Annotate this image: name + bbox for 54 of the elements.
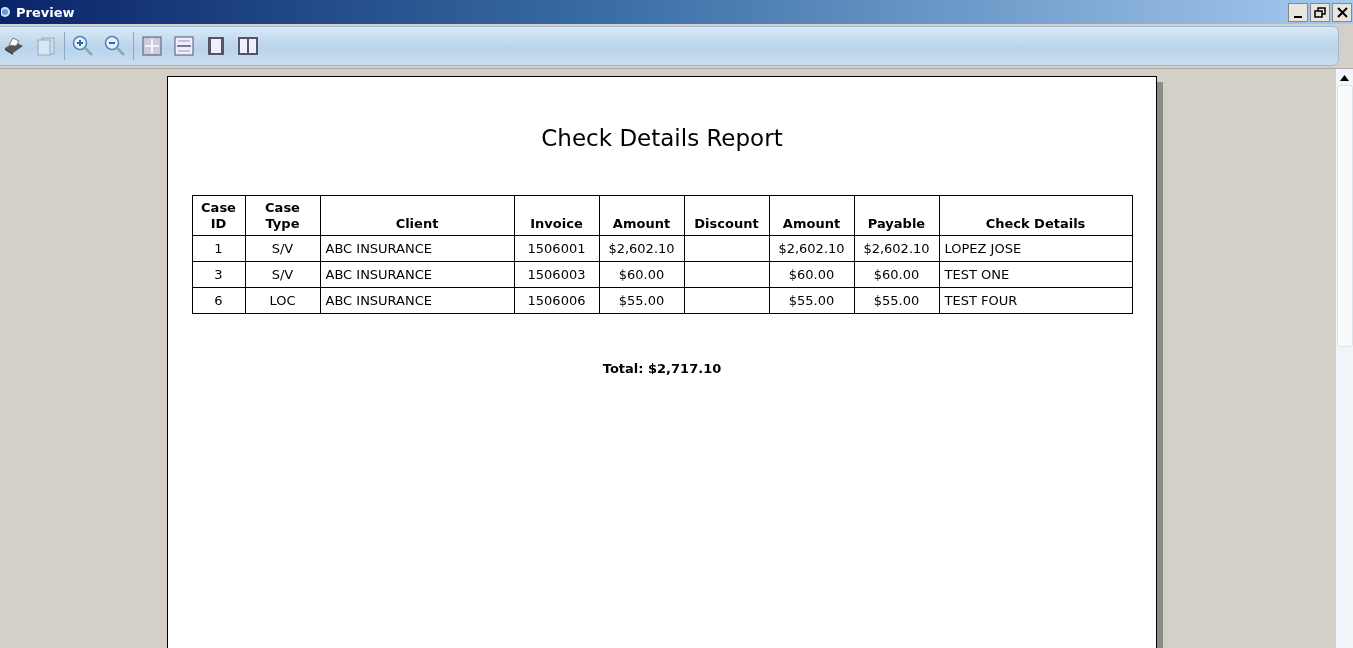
restore-button[interactable]	[1310, 2, 1330, 22]
table-cell: ABC INSURANCE	[320, 235, 514, 262]
single-page-icon	[206, 36, 226, 56]
scroll-up-icon	[1340, 75, 1349, 81]
table-cell: 3	[192, 261, 245, 288]
close-icon	[1336, 6, 1348, 18]
table-cell: $55.00	[854, 287, 939, 314]
column-header: Amount	[599, 195, 684, 236]
table-cell: $55.00	[599, 287, 684, 314]
zoom-out-icon	[104, 35, 126, 57]
table-cell: LOPEZ JOSE	[939, 235, 1132, 262]
fit-page-icon	[142, 36, 162, 56]
two-pages-icon	[237, 36, 259, 56]
table-cell: 1506003	[514, 261, 599, 288]
column-header: Invoice	[514, 195, 599, 236]
table-cell: TEST FOUR	[939, 287, 1132, 314]
vertical-scrollbar[interactable]	[1336, 69, 1353, 648]
column-header: Case ID	[192, 195, 245, 236]
table-cell: ABC INSURANCE	[320, 287, 514, 314]
window-title: Preview	[16, 4, 75, 20]
table-cell: TEST ONE	[939, 261, 1132, 288]
minimize-icon	[1294, 15, 1302, 18]
table-cell: $2,602.10	[599, 235, 684, 262]
table-cell: 1	[192, 235, 245, 262]
close-button[interactable]	[1332, 2, 1352, 22]
table-cell: S/V	[245, 261, 320, 288]
table-cell: ABC INSURANCE	[320, 261, 514, 288]
table-cell: $60.00	[599, 261, 684, 288]
table-cell: $60.00	[769, 261, 854, 288]
column-header: Case Type	[245, 195, 320, 236]
table-cell: S/V	[245, 235, 320, 262]
restore-icon	[1314, 6, 1326, 18]
zoom-in-icon	[72, 35, 94, 57]
table-cell: 1506006	[514, 287, 599, 314]
report-total: Total: $2,717.10	[602, 361, 722, 376]
table-cell: $2,602.10	[769, 235, 854, 262]
column-header: Discount	[684, 195, 769, 236]
table-cell: 6	[192, 287, 245, 314]
fit-width-icon	[174, 36, 194, 56]
scroll-thumb[interactable]	[1336, 85, 1353, 347]
column-header: Check Details	[939, 195, 1132, 236]
table-cell: 1506001	[514, 235, 599, 262]
minimize-button[interactable]	[1288, 2, 1308, 22]
report-title: Check Details Report	[541, 125, 783, 151]
table-cell: LOC	[245, 287, 320, 314]
table-cell: $2,602.10	[854, 235, 939, 262]
app-icon	[1, 5, 11, 19]
table-cell: $55.00	[769, 287, 854, 314]
column-header: Payable	[854, 195, 939, 236]
column-header: Client	[320, 195, 514, 236]
printer-icon	[3, 36, 25, 56]
column-header: Amount	[769, 195, 854, 236]
pages-icon	[36, 36, 56, 56]
table-cell: $60.00	[854, 261, 939, 288]
